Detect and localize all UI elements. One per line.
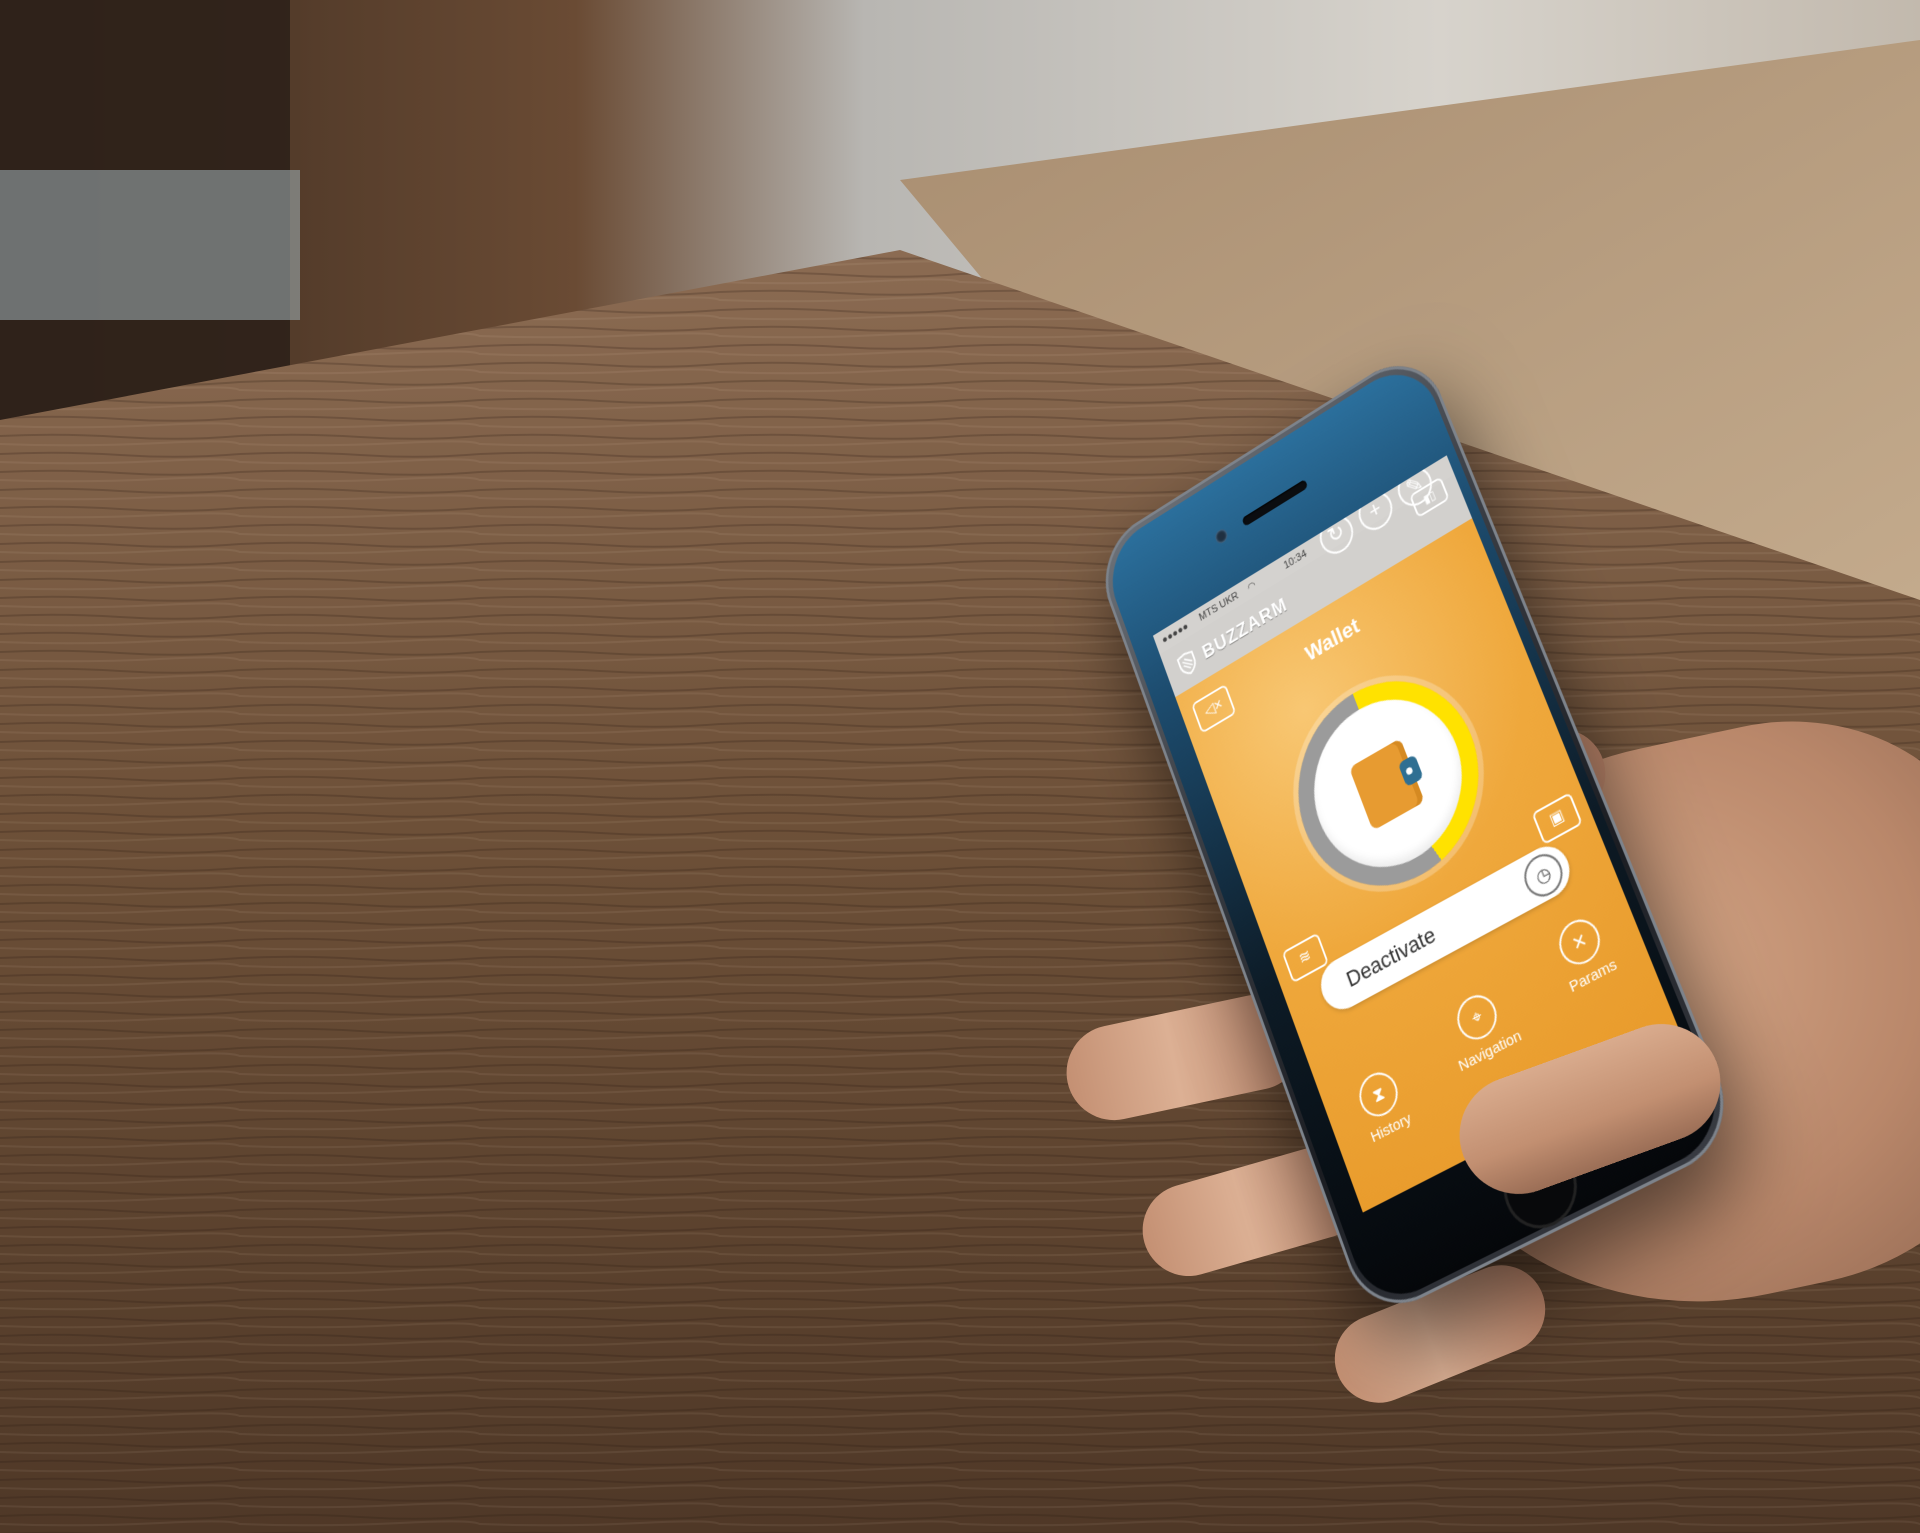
ring-center[interactable] <box>1292 670 1486 896</box>
stopwatch-icon[interactable]: ◷ <box>1518 846 1569 904</box>
earpiece-speaker <box>1241 479 1309 527</box>
front-camera-icon <box>1213 526 1230 546</box>
shield-logo-icon <box>1175 648 1201 680</box>
deactivate-label: Deactivate <box>1343 921 1439 993</box>
tab-navigation[interactable]: ⌖ Navigation <box>1422 972 1541 1084</box>
wallet-clasp <box>1397 754 1424 788</box>
tab-params[interactable]: ✕ Params <box>1523 896 1645 1010</box>
wallet-icon <box>1349 738 1425 831</box>
tab-history[interactable]: ⧗ History <box>1325 1050 1440 1160</box>
progress-ring <box>1271 645 1508 921</box>
photo-icon[interactable]: ▣ <box>1531 792 1583 846</box>
